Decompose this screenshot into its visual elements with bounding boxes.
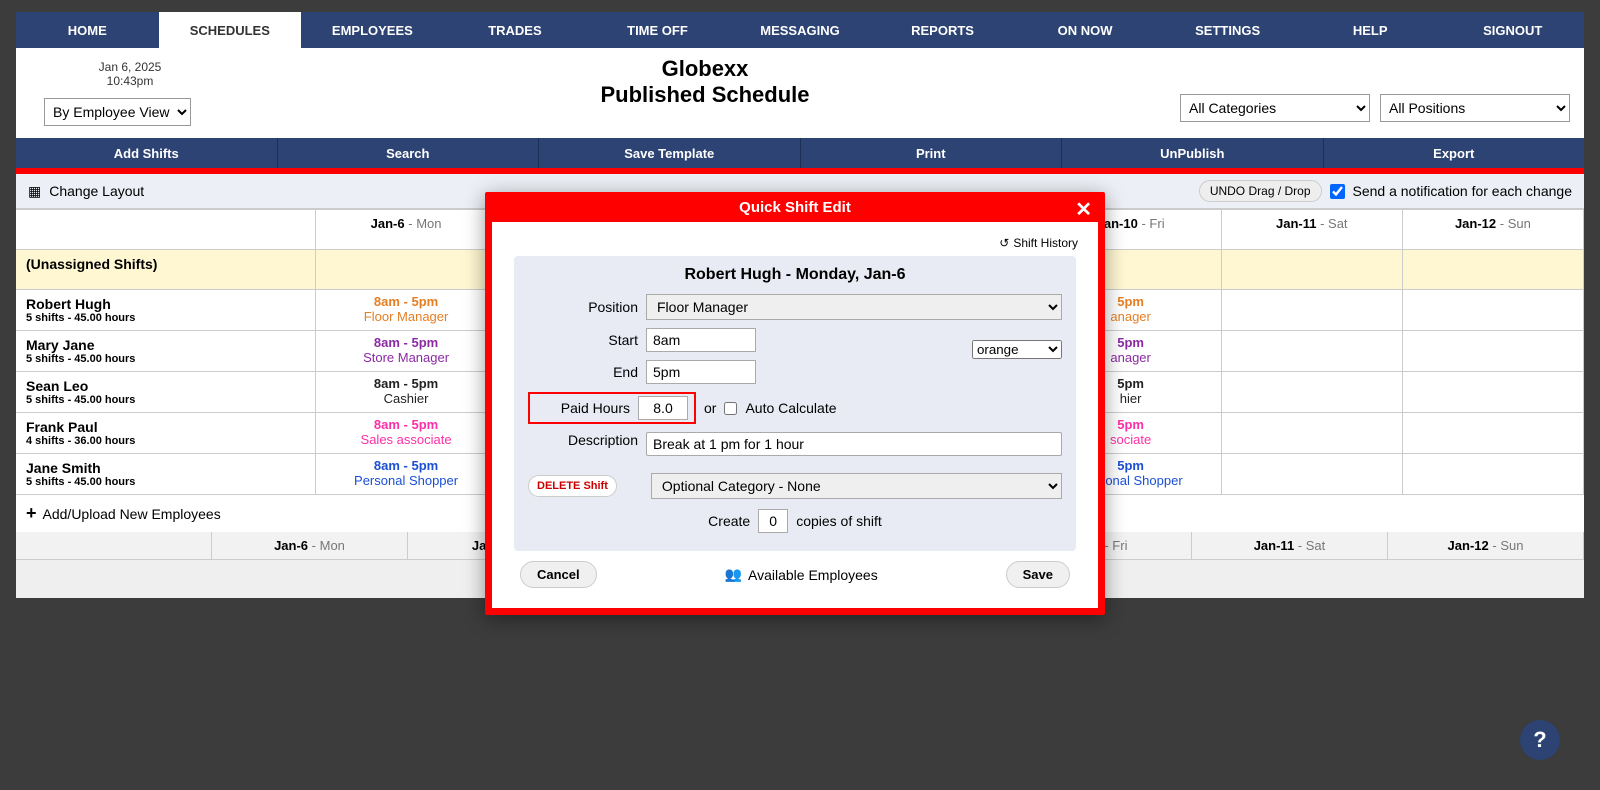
nav-signout[interactable]: SIGNOUT bbox=[1441, 12, 1584, 48]
nav-employees[interactable]: EMPLOYEES bbox=[301, 12, 444, 48]
notify-checkbox[interactable] bbox=[1330, 184, 1345, 199]
color-select[interactable]: orange bbox=[972, 340, 1062, 359]
close-icon[interactable]: ✕ bbox=[1075, 197, 1092, 222]
position-select[interactable]: Floor Manager bbox=[646, 294, 1062, 320]
shift-cell[interactable] bbox=[1222, 454, 1403, 495]
delete-shift-button[interactable]: DELETE Shift bbox=[528, 475, 617, 497]
nav-schedules[interactable]: SCHEDULES bbox=[159, 12, 302, 48]
shift-cell[interactable] bbox=[1222, 372, 1403, 413]
shift-cell[interactable] bbox=[1403, 413, 1584, 454]
auto-calculate-checkbox[interactable] bbox=[724, 402, 737, 415]
modal-title: Quick Shift Edit bbox=[739, 199, 851, 216]
company-name: Globexx bbox=[230, 56, 1180, 82]
nav-home[interactable]: HOME bbox=[16, 12, 159, 48]
position-label: Position bbox=[528, 299, 638, 315]
categories-select[interactable]: All Categories bbox=[1180, 94, 1370, 122]
positions-select[interactable]: All Positions bbox=[1380, 94, 1570, 122]
nav-trades[interactable]: TRADES bbox=[444, 12, 587, 48]
print-button[interactable]: Print bbox=[801, 138, 1063, 168]
quick-shift-edit-dialog: Quick Shift Edit ✕ ↺ Shift History Rober… bbox=[485, 192, 1105, 615]
shift-cell[interactable] bbox=[1403, 372, 1584, 413]
layout-icon: ▦ bbox=[28, 183, 41, 200]
shift-cell[interactable]: 8am - 5pmSales associate bbox=[316, 413, 497, 454]
help-button[interactable]: ? bbox=[1520, 720, 1560, 760]
copies-label: copies of shift bbox=[796, 513, 882, 529]
or-label: or bbox=[704, 400, 716, 416]
end-input[interactable] bbox=[646, 360, 756, 384]
search-button[interactable]: Search bbox=[278, 138, 540, 168]
start-label: Start bbox=[528, 332, 638, 348]
change-layout-link[interactable]: Change Layout bbox=[49, 183, 144, 199]
unpublish-button[interactable]: UnPublish bbox=[1062, 138, 1324, 168]
view-select[interactable]: By Employee View bbox=[44, 98, 191, 126]
nav-reports[interactable]: REPORTS bbox=[871, 12, 1014, 48]
description-input[interactable] bbox=[646, 432, 1062, 456]
available-employees-link[interactable]: 👥 Available Employees bbox=[725, 566, 878, 583]
start-input[interactable] bbox=[646, 328, 756, 352]
copies-input[interactable] bbox=[758, 509, 788, 533]
shift-cell[interactable] bbox=[1222, 331, 1403, 372]
nav-help[interactable]: HELP bbox=[1299, 12, 1442, 48]
shift-cell[interactable] bbox=[1403, 454, 1584, 495]
undo-drag-button[interactable]: UNDO Drag / Drop bbox=[1199, 180, 1322, 202]
cancel-button[interactable]: Cancel bbox=[520, 561, 597, 588]
modal-employee-date: Robert Hugh - Monday, Jan-6 bbox=[528, 266, 1062, 284]
shift-history-link[interactable]: ↺ Shift History bbox=[506, 232, 1084, 256]
create-label: Create bbox=[708, 513, 750, 529]
shift-cell[interactable]: 8am - 5pmStore Manager bbox=[316, 331, 497, 372]
current-time: 10:43pm bbox=[30, 74, 230, 88]
shift-cell[interactable] bbox=[1222, 413, 1403, 454]
nav-timeoff[interactable]: TIME OFF bbox=[586, 12, 729, 48]
users-icon: 👥 bbox=[725, 566, 742, 583]
shift-cell[interactable]: 8am - 5pmPersonal Shopper bbox=[316, 454, 497, 495]
page-title: Published Schedule bbox=[230, 82, 1180, 108]
plus-icon: + bbox=[26, 503, 37, 524]
nav-settings[interactable]: SETTINGS bbox=[1156, 12, 1299, 48]
paid-hours-label: Paid Hours bbox=[536, 400, 630, 416]
top-navigation: HOME SCHEDULES EMPLOYEES TRADES TIME OFF… bbox=[16, 12, 1584, 48]
action-bar: Add Shifts Search Save Template Print Un… bbox=[16, 138, 1584, 168]
paid-hours-input[interactable] bbox=[638, 396, 688, 420]
nav-messaging[interactable]: MESSAGING bbox=[729, 12, 872, 48]
shift-cell[interactable] bbox=[1222, 290, 1403, 331]
save-button[interactable]: Save bbox=[1006, 561, 1070, 588]
shift-cell[interactable]: 8am - 5pmFloor Manager bbox=[316, 290, 497, 331]
notify-label: Send a notification for each change bbox=[1353, 183, 1573, 199]
export-button[interactable]: Export bbox=[1324, 138, 1585, 168]
save-template-button[interactable]: Save Template bbox=[539, 138, 801, 168]
add-shifts-button[interactable]: Add Shifts bbox=[16, 138, 278, 168]
end-label: End bbox=[528, 364, 638, 380]
current-date: Jan 6, 2025 bbox=[30, 60, 230, 74]
category-select[interactable]: Optional Category - None bbox=[651, 473, 1062, 499]
shift-cell[interactable] bbox=[1403, 290, 1584, 331]
history-icon: ↺ bbox=[999, 236, 1009, 250]
description-label: Description bbox=[528, 432, 638, 448]
auto-calculate-label: Auto Calculate bbox=[745, 400, 836, 416]
shift-cell[interactable] bbox=[1403, 331, 1584, 372]
shift-cell[interactable]: 8am - 5pmCashier bbox=[316, 372, 497, 413]
nav-onnow[interactable]: ON NOW bbox=[1014, 12, 1157, 48]
